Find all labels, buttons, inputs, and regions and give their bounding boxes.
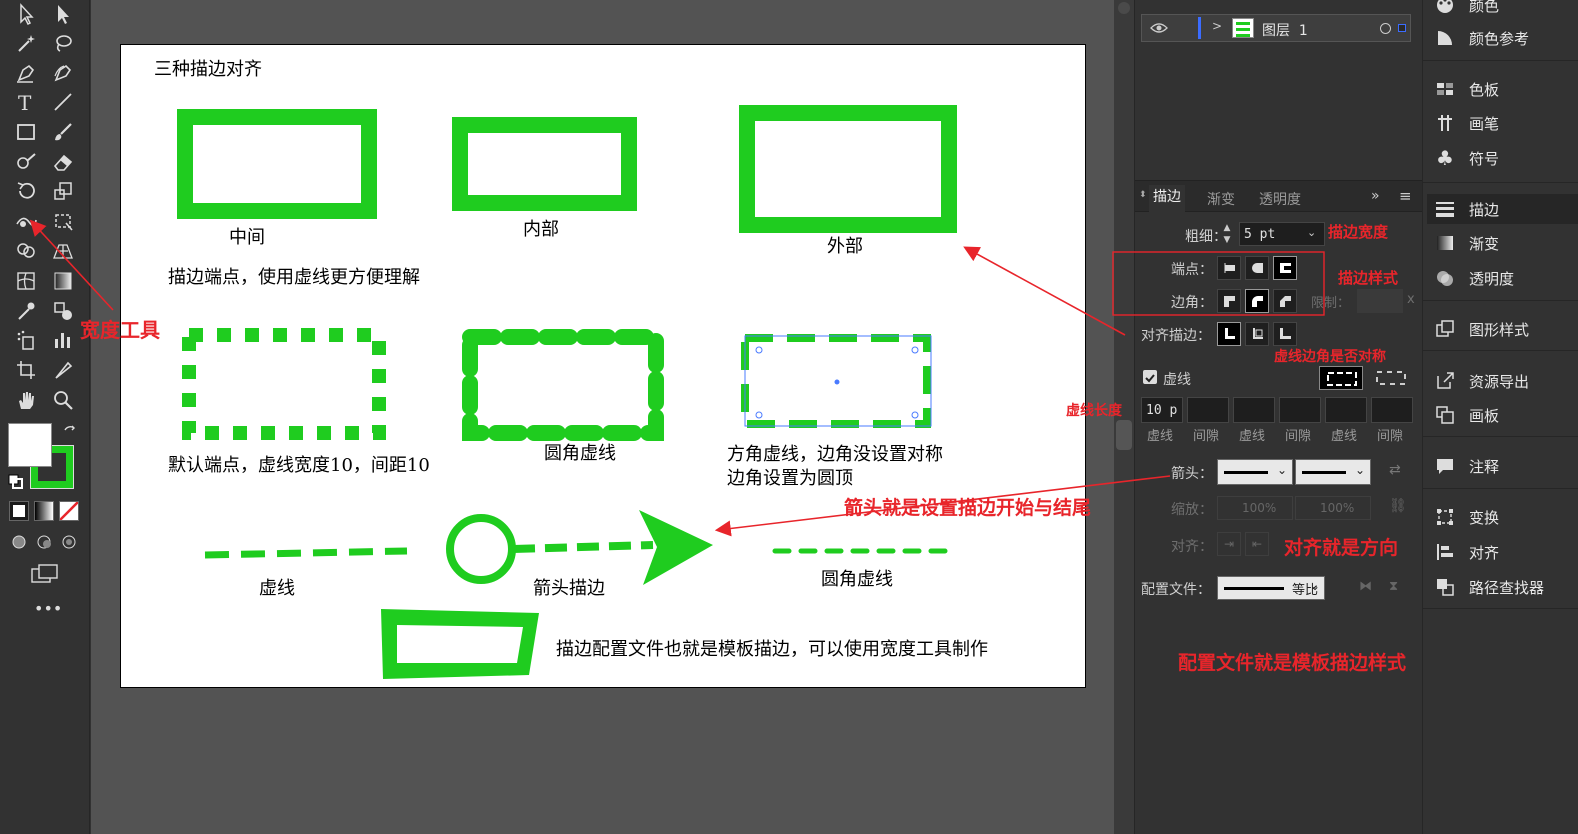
annotation-stroke-style: 描边样式 bbox=[1338, 269, 1399, 287]
annotation-arrows bbox=[29, 219, 1325, 537]
annotation-dash-length: 虚线长度 bbox=[1066, 403, 1122, 419]
annotation-arrow: 箭头就是设置描边开始与结尾 bbox=[844, 497, 1092, 519]
annotation-align: 对齐就是方向 bbox=[1284, 537, 1399, 559]
annotation-dash-corner: 虚线边角是否对称 bbox=[1274, 349, 1386, 365]
annotation-stroke-width: 描边宽度 bbox=[1328, 223, 1389, 241]
annotation-width-tool: 宽度工具 bbox=[80, 318, 160, 342]
annotation-profile: 配置文件就是模板描边样式 bbox=[1178, 652, 1407, 674]
